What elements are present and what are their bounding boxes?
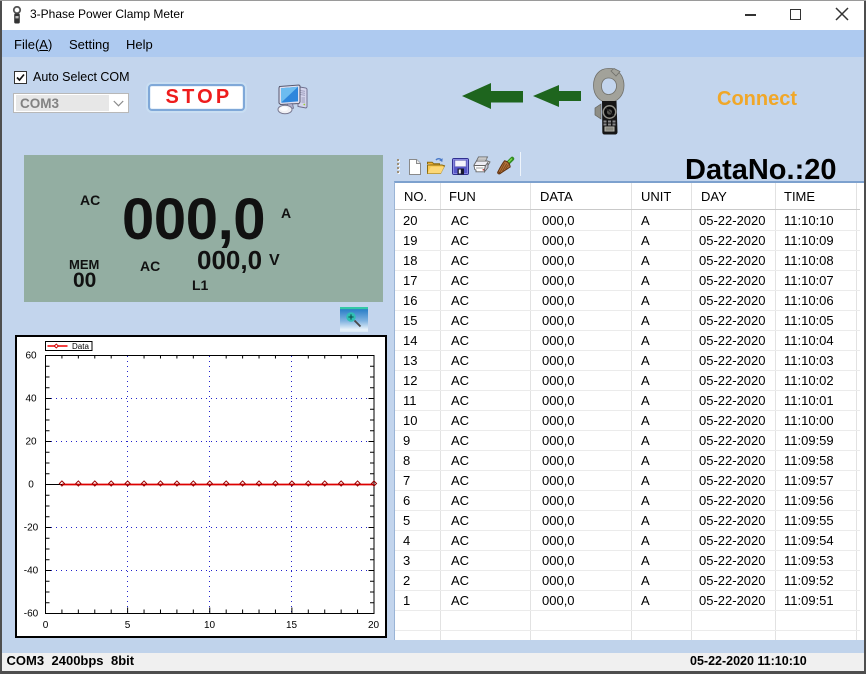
svg-text:0: 0 — [43, 620, 49, 631]
svg-text:60: 60 — [25, 351, 37, 362]
svg-text:15: 15 — [286, 620, 298, 631]
svg-text:5: 5 — [125, 620, 131, 631]
svg-text:40: 40 — [25, 394, 37, 405]
svg-text:-40: -40 — [24, 566, 39, 577]
svg-text:20: 20 — [25, 437, 37, 448]
svg-text:10: 10 — [204, 620, 216, 631]
svg-text:-60: -60 — [24, 609, 39, 620]
svg-text:20: 20 — [368, 620, 380, 631]
svg-text:-20: -20 — [24, 523, 39, 534]
svg-text:0: 0 — [28, 480, 34, 491]
svg-text:Data: Data — [72, 342, 89, 351]
